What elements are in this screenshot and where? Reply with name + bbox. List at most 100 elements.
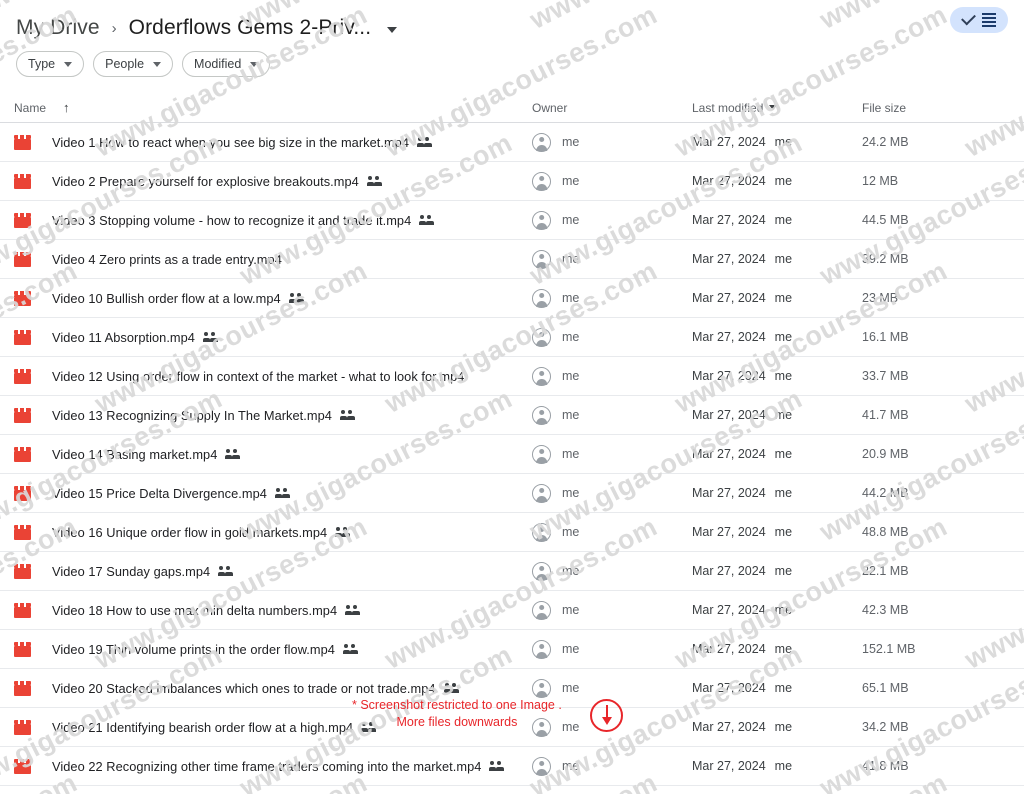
last-modified-by: me (774, 642, 793, 656)
file-size-label: 48.8 MB (862, 525, 909, 539)
column-header-last-modified[interactable]: Last modified (692, 101, 862, 115)
table-row[interactable]: Video 21 Identifying bearish order flow … (0, 708, 1024, 747)
table-row[interactable]: Video 19 Thin volume prints in the order… (0, 630, 1024, 669)
cell-name[interactable]: Video 19 Thin volume prints in the order… (14, 641, 532, 657)
cell-file-size: 44.2 MB (862, 486, 1002, 500)
owner-label: me (562, 681, 580, 695)
file-name-label: Video 17 Sunday gaps.mp4 (52, 563, 211, 579)
avatar (532, 249, 551, 269)
file-size-label: 44.5 MB (862, 213, 909, 227)
cell-name[interactable]: Video 18 How to use max min delta number… (14, 602, 532, 618)
file-size-label: 34.2 MB (862, 720, 909, 734)
table-row[interactable]: Video 3 Stopping volume - how to recogni… (0, 201, 1024, 240)
owner-label: me (562, 603, 580, 617)
cell-name[interactable]: Video 12 Using order flow in context of … (14, 368, 532, 384)
cell-file-size: 44.5 MB (862, 213, 1002, 227)
table-row[interactable]: Video 10 Bullish order flow at a low.mp4… (0, 279, 1024, 318)
last-modified-date: Mar 27, 2024 (692, 759, 766, 773)
file-size-label: 65.1 MB (862, 681, 909, 695)
last-modified-date: Mar 27, 2024 (692, 369, 766, 383)
file-rows-container: Video 1 How to react when you see big si… (0, 123, 1024, 786)
cell-name[interactable]: Video 3 Stopping volume - how to recogni… (14, 212, 532, 228)
cell-file-size: 65.1 MB (862, 681, 1002, 695)
filter-chip-type[interactable]: Type (16, 51, 85, 77)
table-row[interactable]: Video 4 Zero prints as a trade entry.mp4… (0, 240, 1024, 279)
column-header-file-size[interactable]: File size (862, 101, 1002, 115)
file-name-label: Video 14 Basing market.mp4 (52, 446, 218, 462)
breadcrumb: My Drive › Orderflows Gems 2-Priv... (16, 10, 1008, 46)
file-size-label: 12 MB (862, 174, 899, 188)
owner-label: me (562, 213, 580, 227)
file-table: Name ↑ Owner Last modified File size Vid… (0, 93, 1024, 786)
table-row[interactable]: Video 2 Prepare yourself for explosive b… (0, 162, 1024, 201)
column-header-name[interactable]: Name ↑ (14, 101, 532, 115)
cell-name[interactable]: Video 22 Recognizing other time frame tr… (14, 758, 532, 774)
cell-name[interactable]: Video 11 Absorption.mp4 (14, 329, 532, 345)
cell-name[interactable]: Video 14 Basing market.mp4 (14, 446, 532, 462)
video-file-icon (14, 173, 31, 189)
owner-label: me (562, 525, 580, 539)
table-row[interactable]: Video 11 Absorption.mp4 me Mar 27, 2024 me 1… (0, 318, 1024, 357)
video-file-icon (14, 758, 31, 774)
table-row[interactable]: Video 13 Recognizing Supply In The Marke… (0, 396, 1024, 435)
cell-name[interactable]: Video 21 Identifying bearish order flow … (14, 719, 532, 735)
file-name-label: Video 20 Stacked imbalances which ones t… (52, 680, 436, 696)
table-row[interactable]: Video 1 How to react when you see big si… (0, 123, 1024, 162)
cell-name[interactable]: Video 2 Prepare yourself for explosive b… (14, 173, 532, 189)
last-modified-by: me (774, 681, 793, 695)
filter-chip-modified-label: Modified (194, 57, 242, 71)
cell-name[interactable]: Video 13 Recognizing Supply In The Marke… (14, 407, 532, 423)
cell-name[interactable]: Video 10 Bullish order flow at a low.mp4 (14, 290, 532, 306)
file-name-label: Video 2 Prepare yourself for explosive b… (52, 173, 359, 189)
breadcrumb-my-drive[interactable]: My Drive (16, 16, 100, 40)
cell-name[interactable]: Video 1 How to react when you see big si… (14, 134, 532, 150)
table-row[interactable]: Video 16 Unique order flow in gold marke… (0, 513, 1024, 552)
table-row[interactable]: Video 15 Price Delta Divergence.mp4 me Mar… (0, 474, 1024, 513)
table-row[interactable]: Video 18 How to use max min delta number… (0, 591, 1024, 630)
list-view-toggle-button[interactable] (950, 7, 1008, 33)
filter-chip-modified[interactable]: Modified (182, 51, 271, 77)
owner-label: me (562, 486, 580, 500)
avatar (532, 483, 551, 503)
avatar (532, 444, 551, 464)
column-header-owner[interactable]: Owner (532, 101, 692, 115)
shared-people-icon (443, 682, 459, 694)
cell-name[interactable]: Video 17 Sunday gaps.mp4 (14, 563, 532, 579)
avatar (532, 717, 551, 737)
last-modified-date: Mar 27, 2024 (692, 720, 766, 734)
avatar (532, 756, 551, 776)
cell-file-size: 22.1 MB (862, 564, 1002, 578)
avatar (532, 678, 551, 698)
cell-owner: me (532, 756, 692, 776)
avatar (532, 210, 551, 230)
cell-last-modified: Mar 27, 2024 me (692, 174, 862, 188)
last-modified-by: me (774, 447, 793, 461)
last-modified-date: Mar 27, 2024 (692, 213, 766, 227)
last-modified-date: Mar 27, 2024 (692, 252, 766, 266)
cell-last-modified: Mar 27, 2024 me (692, 213, 862, 227)
filter-chip-people[interactable]: People (93, 51, 174, 77)
table-row[interactable]: Video 17 Sunday gaps.mp4 me Mar 27, 2024 me… (0, 552, 1024, 591)
owner-label: me (562, 369, 580, 383)
cell-name[interactable]: Video 4 Zero prints as a trade entry.mp4 (14, 251, 532, 267)
file-size-label: 152.1 MB (862, 642, 916, 656)
cell-name[interactable]: Video 16 Unique order flow in gold marke… (14, 524, 532, 540)
cell-last-modified: Mar 27, 2024 me (692, 369, 862, 383)
video-file-icon (14, 680, 31, 696)
owner-label: me (562, 330, 580, 344)
cell-owner: me (532, 327, 692, 347)
breadcrumb-current-folder[interactable]: Orderflows Gems 2-Priv... (129, 16, 371, 40)
table-row[interactable]: Video 12 Using order flow in context of … (0, 357, 1024, 396)
last-modified-date: Mar 27, 2024 (692, 174, 766, 188)
cell-name[interactable]: Video 15 Price Delta Divergence.mp4 (14, 485, 532, 501)
cell-name[interactable]: Video 20 Stacked imbalances which ones t… (14, 680, 532, 696)
table-row[interactable]: Video 14 Basing market.mp4 me Mar 27, 2024… (0, 435, 1024, 474)
table-row[interactable]: Video 22 Recognizing other time frame tr… (0, 747, 1024, 786)
cell-file-size: 20.9 MB (862, 447, 1002, 461)
cell-last-modified: Mar 27, 2024 me (692, 135, 862, 149)
cell-owner: me (532, 210, 692, 230)
chevron-down-icon[interactable] (387, 27, 398, 33)
last-modified-by: me (774, 720, 793, 734)
table-row[interactable]: Video 20 Stacked imbalances which ones t… (0, 669, 1024, 708)
cell-last-modified: Mar 27, 2024 me (692, 252, 862, 266)
